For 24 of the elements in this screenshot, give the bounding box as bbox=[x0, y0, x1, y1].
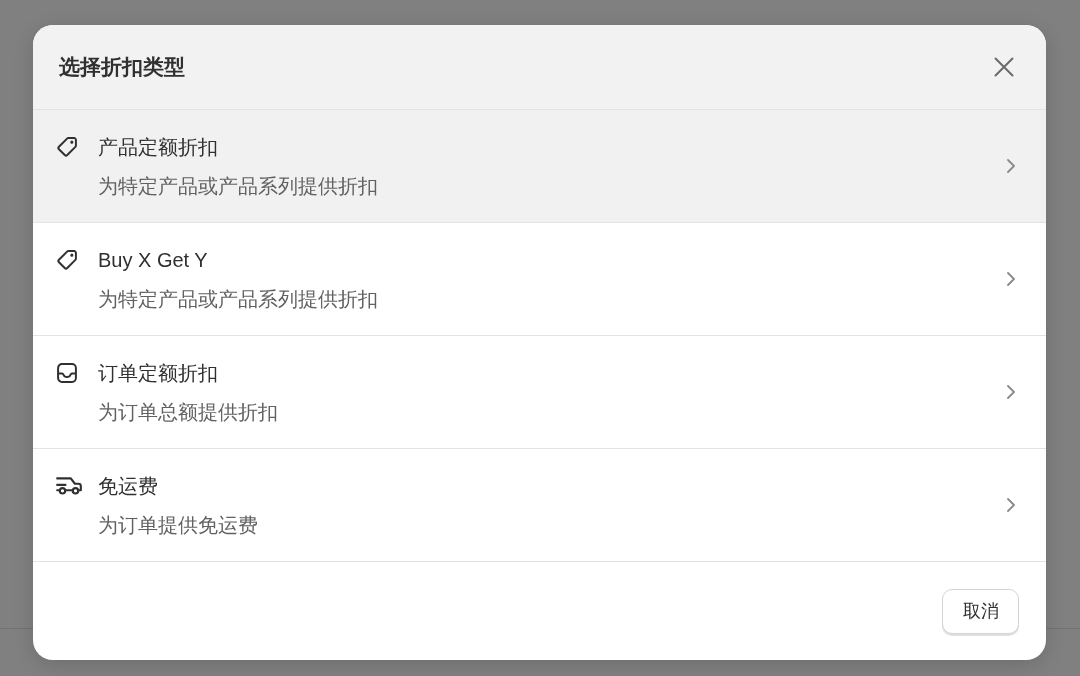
option-title: 订单定额折扣 bbox=[98, 360, 218, 386]
discount-type-option[interactable]: 产品定额折扣 为特定产品或产品系列提供折扣 bbox=[33, 110, 1046, 223]
option-title: Buy X Get Y bbox=[98, 247, 208, 273]
chevron-right-icon bbox=[1007, 272, 1015, 286]
discount-type-option[interactable]: Buy X Get Y 为特定产品或产品系列提供折扣 bbox=[33, 223, 1046, 336]
chevron-right-icon bbox=[1007, 159, 1015, 173]
option-title: 免运费 bbox=[98, 473, 158, 499]
tag-icon bbox=[56, 248, 78, 271]
discount-type-option[interactable]: 订单定额折扣 为订单总额提供折扣 bbox=[33, 336, 1046, 449]
option-description: 为特定产品或产品系列提供折扣 bbox=[98, 286, 378, 312]
close-icon bbox=[994, 57, 1014, 77]
dialog-title: 选择折扣类型 bbox=[59, 54, 185, 80]
chevron-right-icon bbox=[1007, 498, 1015, 512]
discount-type-option[interactable]: 免运费 为订单提供免运费 bbox=[33, 449, 1046, 562]
option-description: 为订单提供免运费 bbox=[98, 512, 258, 538]
cancel-button[interactable]: 取消 bbox=[942, 588, 1019, 634]
truck-icon bbox=[56, 476, 82, 495]
tag-icon bbox=[56, 135, 78, 158]
option-description: 为订单总额提供折扣 bbox=[98, 399, 278, 425]
option-description: 为特定产品或产品系列提供折扣 bbox=[98, 173, 378, 199]
tray-icon bbox=[56, 361, 78, 384]
close-button[interactable] bbox=[992, 55, 1016, 79]
chevron-right-icon bbox=[1007, 385, 1015, 399]
option-title: 产品定额折扣 bbox=[98, 134, 218, 160]
